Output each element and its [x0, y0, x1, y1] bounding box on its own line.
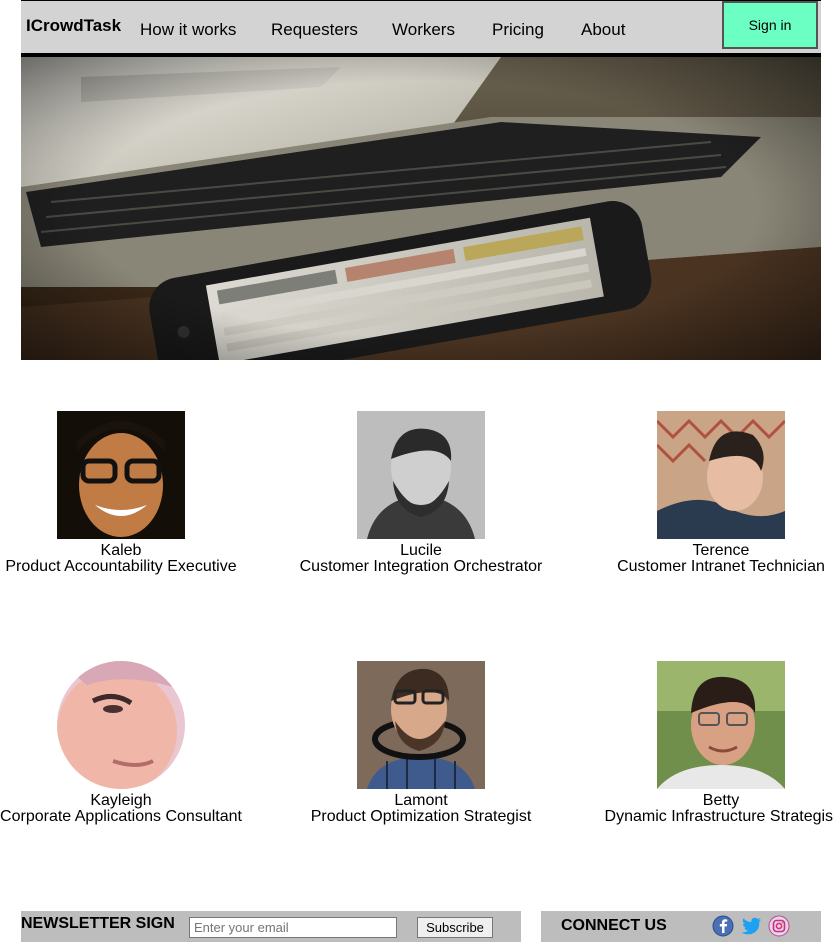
team-member-lamont: Lamont Product Optimization Strategist [291, 661, 551, 825]
member-role: Customer Intranet Technician [617, 558, 825, 575]
member-name: Terence [692, 542, 750, 559]
member-name: Kayleigh [90, 792, 152, 809]
hero-image [21, 57, 821, 360]
site-logo[interactable]: ICrowdTask [26, 16, 121, 36]
member-name: Lucile [400, 542, 442, 559]
connect-section: CONNECT US [541, 911, 821, 942]
team-member-kaleb: Kaleb Product Accountability Executive [0, 411, 251, 575]
avatar [57, 411, 185, 539]
instagram-icon[interactable] [768, 915, 790, 937]
email-field[interactable] [189, 917, 397, 938]
member-name: Betty [702, 792, 740, 809]
twitter-icon[interactable] [740, 915, 762, 937]
nav-about[interactable]: About [581, 20, 625, 40]
avatar [357, 411, 485, 539]
member-name: Kaleb [100, 542, 142, 559]
avatar [657, 661, 785, 789]
site-header: ICrowdTask How it works Requesters Worke… [21, 0, 821, 57]
team-member-lucile: Lucile Customer Integration Orchestrator [291, 411, 551, 575]
nav-requesters[interactable]: Requesters [271, 20, 358, 40]
facebook-icon[interactable] [712, 915, 734, 937]
nav-how-it-works[interactable]: How it works [140, 20, 236, 40]
member-role: Product Accountability Executive [5, 558, 237, 575]
sign-in-button[interactable]: Sign in [722, 1, 818, 49]
subscribe-button[interactable]: Subscribe [417, 917, 493, 938]
avatar [657, 411, 785, 539]
avatar [57, 661, 185, 789]
nav-workers[interactable]: Workers [392, 20, 455, 40]
member-role: Product Optimization Strategist [310, 808, 532, 825]
nav-pricing[interactable]: Pricing [492, 20, 544, 40]
team-member-kayleigh: Kayleigh Corporate Applications Consulta… [0, 661, 251, 825]
member-role: Dynamic Infrastructure Strategist [604, 808, 833, 825]
member-name: Lamont [394, 792, 448, 809]
team-member-terence: Terence Customer Intranet Technician [591, 411, 833, 575]
member-role: Corporate Applications Consultant [0, 808, 242, 825]
newsletter-section: NEWSLETTER SIGN Subscribe [21, 911, 521, 942]
member-role: Customer Integration Orchestrator [299, 558, 543, 575]
newsletter-title: NEWSLETTER SIGN [21, 915, 175, 932]
connect-title: CONNECT US [561, 917, 667, 934]
team-member-betty: Betty Dynamic Infrastructure Strategist [591, 661, 833, 825]
avatar [357, 661, 485, 789]
hero-photo [21, 57, 821, 360]
